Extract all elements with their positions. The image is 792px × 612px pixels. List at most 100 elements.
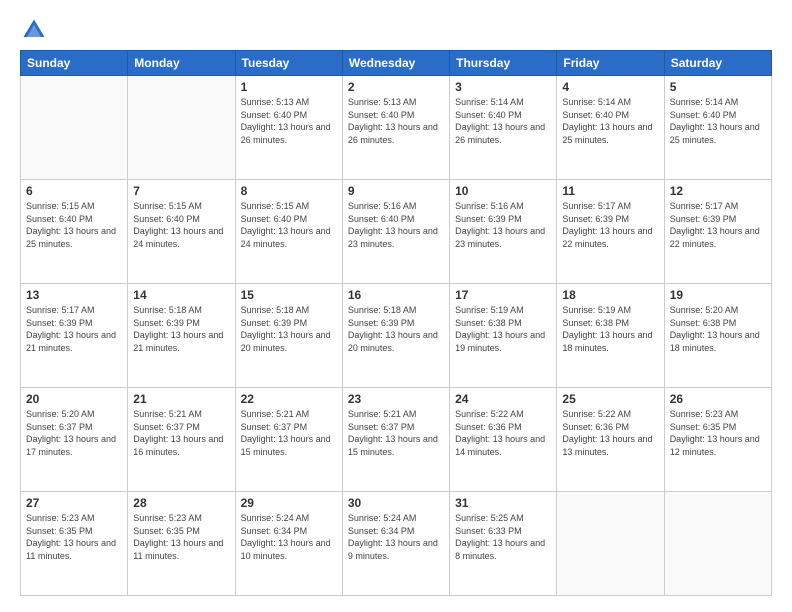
calendar-cell: 24 Sunrise: 5:22 AM Sunset: 6:36 PM Dayli…: [450, 388, 557, 492]
day-info: Sunrise: 5:15 AM Sunset: 6:40 PM Dayligh…: [26, 200, 122, 250]
day-info: Sunrise: 5:13 AM Sunset: 6:40 PM Dayligh…: [348, 96, 444, 146]
weekday-header-sunday: Sunday: [21, 51, 128, 76]
day-info: Sunrise: 5:21 AM Sunset: 6:37 PM Dayligh…: [241, 408, 337, 458]
day-number: 4: [562, 80, 658, 94]
calendar-cell: 28 Sunrise: 5:23 AM Sunset: 6:35 PM Dayli…: [128, 492, 235, 596]
calendar-cell: 25Sunrise: 5:22 AM Sunset: 6:36 PM Dayli…: [557, 388, 664, 492]
calendar-cell: 23Sunrise: 5:21 AM Sunset: 6:37 PM Dayli…: [342, 388, 449, 492]
calendar-cell: 12 Sunrise: 5:17 AM Sunset: 6:39 PM Dayli…: [664, 180, 771, 284]
day-info: Sunrise: 5:23 AM Sunset: 6:35 PM Dayligh…: [26, 512, 122, 562]
calendar-cell: 18 Sunrise: 5:19 AM Sunset: 6:38 PM Dayli…: [557, 284, 664, 388]
calendar-cell: 17Sunrise: 5:19 AM Sunset: 6:38 PM Dayli…: [450, 284, 557, 388]
calendar-cell: 29 Sunrise: 5:24 AM Sunset: 6:34 PM Dayli…: [235, 492, 342, 596]
day-number: 6: [26, 184, 122, 198]
day-number: 14: [133, 288, 229, 302]
day-info: Sunrise: 5:13 AM Sunset: 6:40 PM Dayligh…: [241, 96, 337, 146]
day-info: Sunrise: 5:16 AM Sunset: 6:39 PM Dayligh…: [455, 200, 551, 250]
day-info: Sunrise: 5:24 AM Sunset: 6:34 PM Dayligh…: [241, 512, 337, 562]
day-number: 13: [26, 288, 122, 302]
day-number: 21: [133, 392, 229, 406]
calendar-week-5: 27 Sunrise: 5:23 AM Sunset: 6:35 PM Dayli…: [21, 492, 772, 596]
weekday-header-monday: Monday: [128, 51, 235, 76]
calendar-cell: 3 Sunrise: 5:14 AM Sunset: 6:40 PM Daylig…: [450, 76, 557, 180]
calendar-cell: 22 Sunrise: 5:21 AM Sunset: 6:37 PM Dayli…: [235, 388, 342, 492]
calendar-week-4: 20 Sunrise: 5:20 AM Sunset: 6:37 PM Dayli…: [21, 388, 772, 492]
day-number: 2: [348, 80, 444, 94]
day-number: 1: [241, 80, 337, 94]
day-number: 5: [670, 80, 766, 94]
day-number: 28: [133, 496, 229, 510]
calendar-cell: [21, 76, 128, 180]
day-info: Sunrise: 5:20 AM Sunset: 6:38 PM Dayligh…: [670, 304, 766, 354]
calendar-cell: 27 Sunrise: 5:23 AM Sunset: 6:35 PM Dayli…: [21, 492, 128, 596]
weekday-header-friday: Friday: [557, 51, 664, 76]
day-info: Sunrise: 5:20 AM Sunset: 6:37 PM Dayligh…: [26, 408, 122, 458]
calendar-cell: 4 Sunrise: 5:14 AM Sunset: 6:40 PM Daylig…: [557, 76, 664, 180]
calendar-cell: 6 Sunrise: 5:15 AM Sunset: 6:40 PM Daylig…: [21, 180, 128, 284]
day-number: 15: [241, 288, 337, 302]
calendar-week-3: 13Sunrise: 5:17 AM Sunset: 6:39 PM Dayli…: [21, 284, 772, 388]
day-number: 10: [455, 184, 551, 198]
calendar-cell: 31Sunrise: 5:25 AM Sunset: 6:33 PM Dayli…: [450, 492, 557, 596]
calendar-cell: 5 Sunrise: 5:14 AM Sunset: 6:40 PM Daylig…: [664, 76, 771, 180]
calendar-cell: 2 Sunrise: 5:13 AM Sunset: 6:40 PM Daylig…: [342, 76, 449, 180]
calendar-cell: 26 Sunrise: 5:23 AM Sunset: 6:35 PM Dayli…: [664, 388, 771, 492]
logo-icon: [20, 16, 48, 44]
day-number: 27: [26, 496, 122, 510]
day-number: 20: [26, 392, 122, 406]
calendar-cell: 14 Sunrise: 5:18 AM Sunset: 6:39 PM Dayli…: [128, 284, 235, 388]
day-number: 18: [562, 288, 658, 302]
day-info: Sunrise: 5:14 AM Sunset: 6:40 PM Dayligh…: [455, 96, 551, 146]
weekday-header-wednesday: Wednesday: [342, 51, 449, 76]
day-info: Sunrise: 5:22 AM Sunset: 6:36 PM Dayligh…: [455, 408, 551, 458]
page: SundayMondayTuesdayWednesdayThursdayFrid…: [0, 0, 792, 612]
calendar-table: SundayMondayTuesdayWednesdayThursdayFrid…: [20, 50, 772, 596]
day-number: 19: [670, 288, 766, 302]
calendar-cell: 1 Sunrise: 5:13 AM Sunset: 6:40 PM Daylig…: [235, 76, 342, 180]
calendar-cell: [557, 492, 664, 596]
day-number: 24: [455, 392, 551, 406]
day-info: Sunrise: 5:18 AM Sunset: 6:39 PM Dayligh…: [241, 304, 337, 354]
day-info: Sunrise: 5:17 AM Sunset: 6:39 PM Dayligh…: [670, 200, 766, 250]
day-number: 16: [348, 288, 444, 302]
weekday-header-tuesday: Tuesday: [235, 51, 342, 76]
calendar-week-2: 6 Sunrise: 5:15 AM Sunset: 6:40 PM Daylig…: [21, 180, 772, 284]
day-number: 9: [348, 184, 444, 198]
day-info: Sunrise: 5:15 AM Sunset: 6:40 PM Dayligh…: [241, 200, 337, 250]
calendar-cell: 7 Sunrise: 5:15 AM Sunset: 6:40 PM Daylig…: [128, 180, 235, 284]
day-info: Sunrise: 5:17 AM Sunset: 6:39 PM Dayligh…: [562, 200, 658, 250]
day-info: Sunrise: 5:25 AM Sunset: 6:33 PM Dayligh…: [455, 512, 551, 562]
day-number: 7: [133, 184, 229, 198]
day-number: 17: [455, 288, 551, 302]
calendar-cell: 16 Sunrise: 5:18 AM Sunset: 6:39 PM Dayli…: [342, 284, 449, 388]
day-number: 8: [241, 184, 337, 198]
day-info: Sunrise: 5:19 AM Sunset: 6:38 PM Dayligh…: [562, 304, 658, 354]
day-info: Sunrise: 5:14 AM Sunset: 6:40 PM Dayligh…: [562, 96, 658, 146]
day-info: Sunrise: 5:14 AM Sunset: 6:40 PM Dayligh…: [670, 96, 766, 146]
day-number: 26: [670, 392, 766, 406]
weekday-header-thursday: Thursday: [450, 51, 557, 76]
day-number: 12: [670, 184, 766, 198]
logo: [20, 16, 52, 44]
day-number: 25: [562, 392, 658, 406]
day-number: 11: [562, 184, 658, 198]
day-number: 30: [348, 496, 444, 510]
day-info: Sunrise: 5:23 AM Sunset: 6:35 PM Dayligh…: [133, 512, 229, 562]
calendar-cell: 21 Sunrise: 5:21 AM Sunset: 6:37 PM Dayli…: [128, 388, 235, 492]
day-number: 29: [241, 496, 337, 510]
day-info: Sunrise: 5:21 AM Sunset: 6:37 PM Dayligh…: [133, 408, 229, 458]
day-info: Sunrise: 5:18 AM Sunset: 6:39 PM Dayligh…: [348, 304, 444, 354]
calendar-cell: [128, 76, 235, 180]
day-number: 22: [241, 392, 337, 406]
day-info: Sunrise: 5:15 AM Sunset: 6:40 PM Dayligh…: [133, 200, 229, 250]
calendar-cell: 19 Sunrise: 5:20 AM Sunset: 6:38 PM Dayli…: [664, 284, 771, 388]
calendar-cell: 11 Sunrise: 5:17 AM Sunset: 6:39 PM Dayli…: [557, 180, 664, 284]
day-info: Sunrise: 5:18 AM Sunset: 6:39 PM Dayligh…: [133, 304, 229, 354]
weekday-header-saturday: Saturday: [664, 51, 771, 76]
calendar-cell: 10 Sunrise: 5:16 AM Sunset: 6:39 PM Dayli…: [450, 180, 557, 284]
calendar-cell: 30 Sunrise: 5:24 AM Sunset: 6:34 PM Dayli…: [342, 492, 449, 596]
day-info: Sunrise: 5:24 AM Sunset: 6:34 PM Dayligh…: [348, 512, 444, 562]
calendar-cell: 9Sunrise: 5:16 AM Sunset: 6:40 PM Daylig…: [342, 180, 449, 284]
day-number: 3: [455, 80, 551, 94]
day-info: Sunrise: 5:23 AM Sunset: 6:35 PM Dayligh…: [670, 408, 766, 458]
